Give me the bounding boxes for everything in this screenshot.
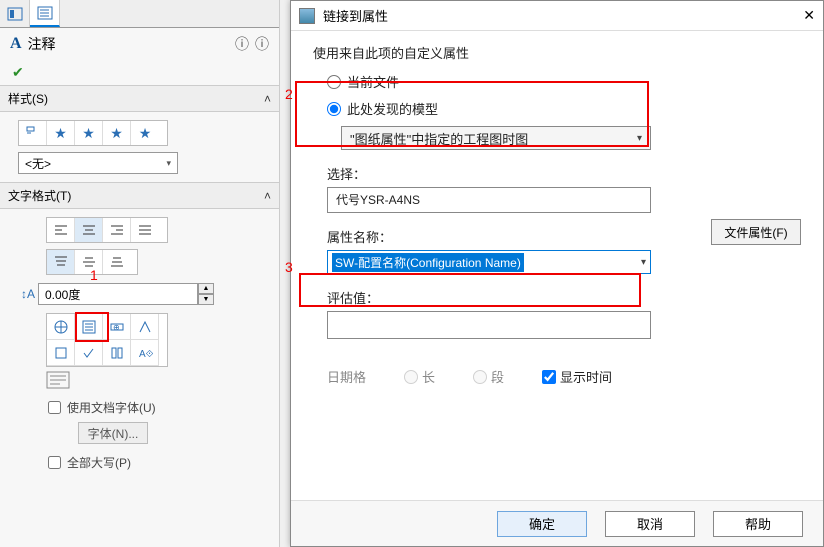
close-icon[interactable]: ✕ xyxy=(803,7,815,24)
date-label: 日期格 xyxy=(327,367,366,386)
link-to-property-icon[interactable] xyxy=(75,314,103,340)
align-left-icon[interactable] xyxy=(47,218,75,242)
help-icon[interactable]: ⓘ xyxy=(235,34,249,54)
dialog-body: 使用来自此项的自定义属性 当前文件 2 此处发现的模型 "图纸属性"中指定的工程… xyxy=(291,31,823,386)
radio-long[interactable]: 长 xyxy=(404,367,435,386)
link-to-property-dialog: 链接到属性 ✕ 使用来自此项的自定义属性 当前文件 2 此处发现的模型 "图纸属… xyxy=(290,0,824,547)
attr-name-dropdown[interactable]: SW-配置名称(Configuration Name) ▾ xyxy=(327,250,651,274)
eval-value-field xyxy=(327,311,651,339)
font-button[interactable]: 字体(N)... xyxy=(78,422,148,444)
file-properties-button[interactable]: 文件属性(F) xyxy=(711,219,801,245)
help-button[interactable]: 帮助 xyxy=(713,511,803,537)
angle-icon: ↕A xyxy=(18,287,38,301)
angle-row: ↕A ▲▼ 1 xyxy=(18,283,261,305)
pm-tabs xyxy=(0,0,279,28)
dialog-icon xyxy=(299,8,315,24)
dialog-titlebar: 链接到属性 ✕ xyxy=(291,1,823,31)
chevron-down-icon: ▾ xyxy=(637,133,642,144)
insert-surface-icon[interactable] xyxy=(131,314,159,340)
style-label: 样式(S) xyxy=(8,90,48,107)
fit-text-icon[interactable] xyxy=(46,371,261,389)
align-right-icon[interactable] xyxy=(103,218,131,242)
annotation-2: 2 xyxy=(285,86,293,102)
tab-1[interactable] xyxy=(0,0,30,27)
date-format-row: 日期格 长 段 显示时间 xyxy=(327,367,801,386)
style-favorites-toolbar: ★ ★ ★ ★ xyxy=(18,120,168,146)
star-load-icon[interactable]: ★ xyxy=(131,121,159,145)
chevron-down-icon: ▾ xyxy=(166,158,171,169)
text-format-body: ↕A ▲▼ 1 ⊕ A⟐ 使用文档字体(U) 字体(N)... 全部大写(P) xyxy=(0,209,279,479)
style-apply-icon[interactable] xyxy=(19,121,47,145)
radio-model-found[interactable]: 此处发现的模型 xyxy=(327,99,801,118)
star-save-icon[interactable]: ★ xyxy=(103,121,131,145)
dialog-title: 链接到属性 xyxy=(323,6,388,25)
align-justify-icon[interactable] xyxy=(131,218,159,242)
model-source-dropdown[interactable]: "图纸属性"中指定的工程图时图 ▾ xyxy=(341,126,651,150)
style-dropdown[interactable]: <无> ▾ xyxy=(18,152,178,174)
valign-top-icon[interactable] xyxy=(47,250,75,274)
valign-bot-icon[interactable] xyxy=(103,250,131,274)
dialog-subtitle: 使用来自此项的自定义属性 xyxy=(313,43,801,62)
valign-mid-icon[interactable] xyxy=(75,250,103,274)
attr-name-value: SW-配置名称(Configuration Name) xyxy=(332,253,524,272)
dialog-footer: 确定 取消 帮助 xyxy=(291,500,823,546)
insert-grid: ⊕ A⟐ xyxy=(46,313,168,367)
text-format-header[interactable]: 文字格式(T) ˄ xyxy=(0,182,279,209)
style-section-header[interactable]: 样式(S) ˄ xyxy=(0,85,279,112)
use-doc-font-checkbox[interactable]: 使用文档字体(U) xyxy=(18,399,261,416)
select-value-field[interactable]: 代号YSR-A4NS xyxy=(327,187,651,213)
eval-label: 评估值： xyxy=(327,288,801,307)
show-time-checkbox[interactable]: 显示时间 xyxy=(542,367,612,386)
model-source-value: "图纸属性"中指定的工程图时图 xyxy=(350,129,528,148)
annotation-1: 1 xyxy=(90,267,98,283)
star-remove-icon[interactable]: ★ xyxy=(75,121,103,145)
insert-datum-icon[interactable] xyxy=(47,340,75,366)
radio-short[interactable]: 段 xyxy=(473,367,504,386)
note-icon: A xyxy=(10,35,22,53)
annotation-3: 3 xyxy=(285,259,293,275)
property-manager-panel: A 注释 ⓘ ⓘ ✔ 样式(S) ˄ ★ ★ ★ ★ <无> ▾ 文字格式(T)… xyxy=(0,0,280,547)
chevron-up-icon: ˄ xyxy=(264,92,271,106)
insert-block-icon[interactable] xyxy=(103,340,131,366)
svg-text:⊕: ⊕ xyxy=(113,323,120,332)
panel-title: 注释 xyxy=(28,34,56,54)
ok-check-icon[interactable]: ✔ xyxy=(0,60,279,85)
svg-text:A⟐: A⟐ xyxy=(139,349,153,360)
style-section-body: ★ ★ ★ ★ <无> ▾ xyxy=(0,112,279,182)
angle-spinner[interactable]: ▲▼ xyxy=(198,283,214,305)
ok-button[interactable]: 确定 xyxy=(497,511,587,537)
all-caps-checkbox[interactable]: 全部大写(P) xyxy=(18,454,261,471)
cancel-button[interactable]: 取消 xyxy=(605,511,695,537)
chevron-down-icon: ▾ xyxy=(641,257,646,268)
panel-header: A 注释 ⓘ ⓘ xyxy=(0,28,279,60)
insert-check-icon[interactable] xyxy=(75,340,103,366)
tab-2[interactable] xyxy=(30,0,60,27)
style-dropdown-value: <无> xyxy=(25,155,51,172)
pin-icon[interactable]: ⓘ xyxy=(255,34,269,54)
h-align-toolbar xyxy=(46,217,168,243)
text-format-label: 文字格式(T) xyxy=(8,187,71,204)
radio-current-file[interactable]: 当前文件 xyxy=(327,72,801,91)
insert-flag-icon[interactable]: A⟐ xyxy=(131,340,159,366)
insert-gtol-icon[interactable]: ⊕ xyxy=(103,314,131,340)
align-center-icon[interactable] xyxy=(75,218,103,242)
insert-hyperlink-icon[interactable] xyxy=(47,314,75,340)
star-add-icon[interactable]: ★ xyxy=(47,121,75,145)
select-label: 选择： xyxy=(327,164,801,183)
angle-input[interactable] xyxy=(38,283,198,305)
chevron-up-icon: ˄ xyxy=(264,189,271,203)
